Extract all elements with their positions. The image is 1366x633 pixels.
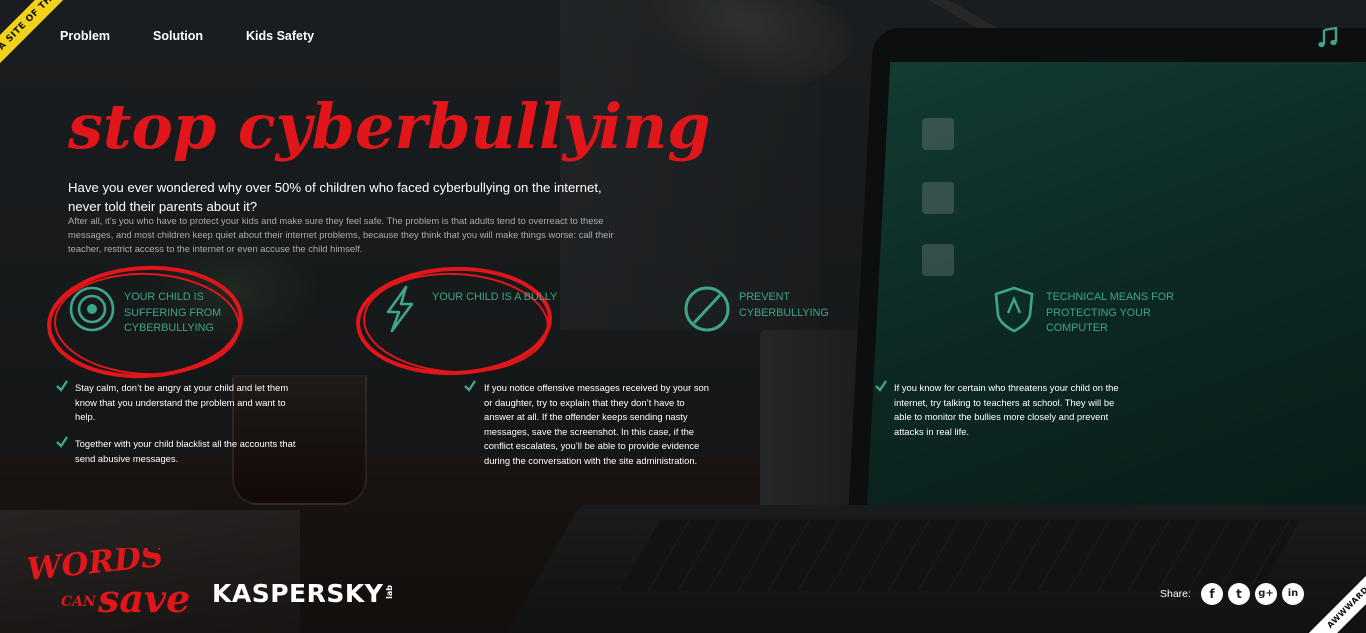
intro-body: After all, it’s you who have to protect … [68,215,614,254]
target-icon [69,286,115,332]
linkedin-icon[interactable]: in [1282,583,1304,605]
googleplus-icon[interactable]: g+ [1255,583,1277,605]
logo-save: save [97,576,190,620]
feature-label: PREVENT CYBERBULLYING [739,291,829,319]
intro-lead: Have you ever wondered why over 50% of c… [68,180,602,214]
twitter-icon[interactable]: t [1228,583,1250,605]
kaspersky-logo[interactable]: KASPERSKY lab [212,580,394,608]
logo-can: CAN [61,594,97,610]
feature-label: YOUR CHILD IS A BULLY [432,291,558,303]
feature-label: YOUR CHILD IS SUFFERING FROM CYBERBULLYI… [124,291,222,334]
lightning-icon [386,285,414,333]
nav-kids-safety[interactable]: Kids Safety [246,29,314,43]
feature-label: TECHNICAL MEANS FOR PROTECTING YOUR COMP… [1046,291,1174,334]
checkmark-icon [56,436,68,448]
tip-text: Stay calm, don’t be angry at your child … [75,382,289,422]
checkmark-icon [464,380,476,392]
top-nav: Problem Solution Kids Safety [60,29,314,43]
kaspersky-lab: lab [385,585,395,599]
checkmark-icon [56,380,68,392]
tip-text: Together with your child blacklist all t… [75,438,296,464]
prohibited-icon [684,286,730,332]
music-note-icon[interactable] [1316,26,1340,50]
share-label: Share: [1160,588,1191,600]
words-can-save-logo[interactable]: WORDS CAN save [25,538,198,621]
tip-text: If you notice offensive messages receive… [484,382,709,466]
page-title: stop cyberbullying [68,82,708,172]
nav-problem[interactable]: Problem [60,29,110,43]
shield-icon [994,286,1034,333]
checkmark-icon [875,380,887,392]
facebook-icon[interactable]: f [1201,583,1223,605]
title-text: stop cyberbullying [68,90,708,163]
kaspersky-wordmark: KASPERSKY [212,579,384,608]
nav-solution[interactable]: Solution [153,29,203,43]
tip-text: If you know for certain who threatens yo… [894,382,1119,437]
